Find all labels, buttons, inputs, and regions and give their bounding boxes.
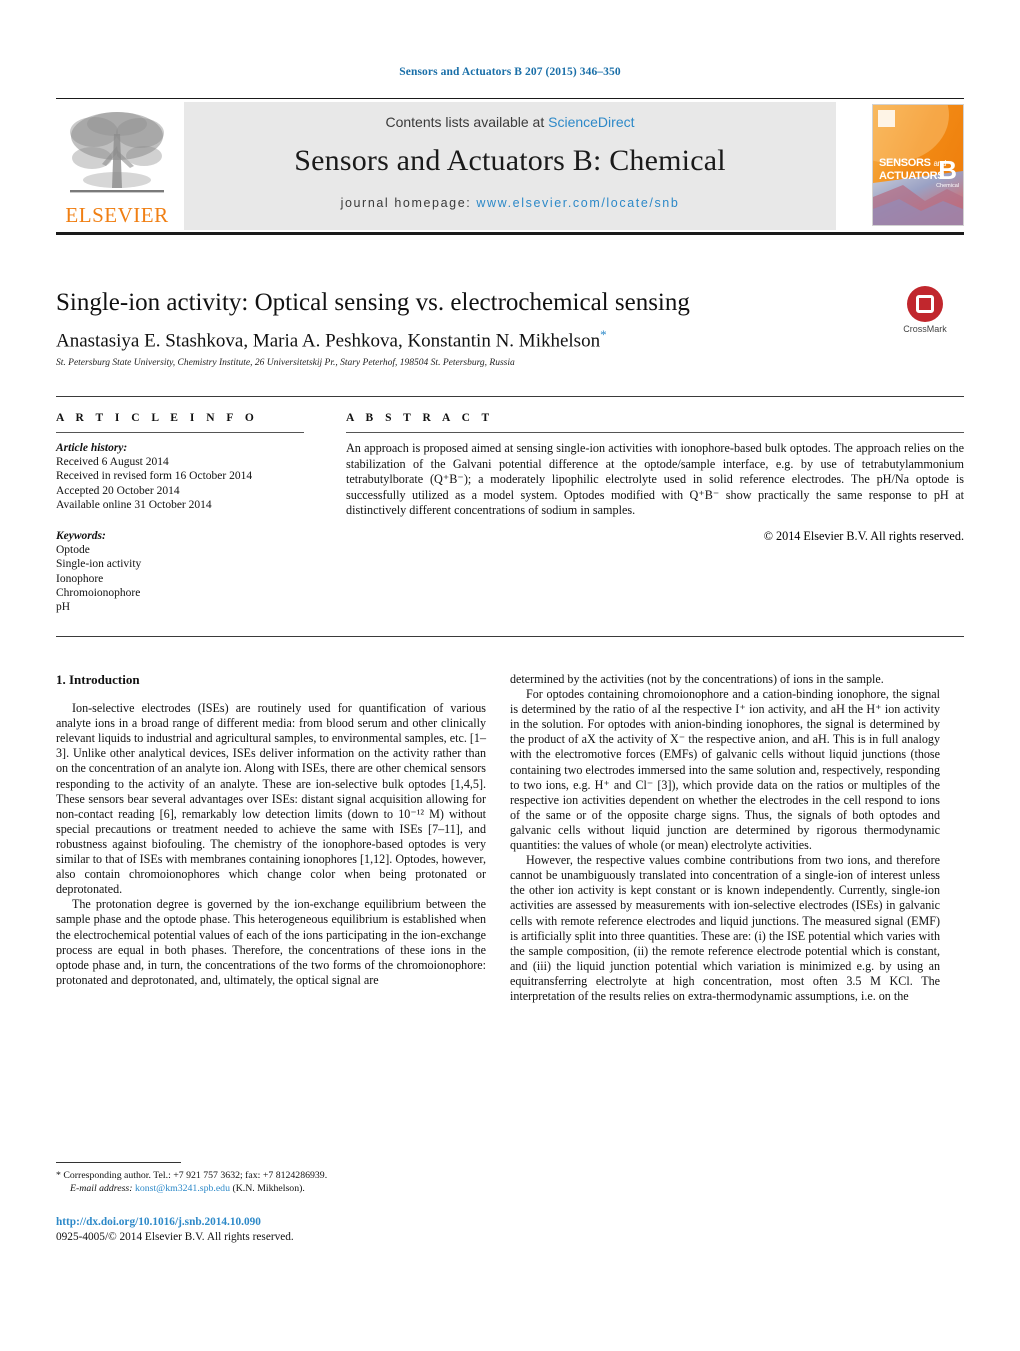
- footnote-block: * Corresponding author. Tel.: +7 921 757…: [56, 1170, 496, 1195]
- keywords-label: Keywords:: [56, 530, 106, 543]
- cover-line1: SENSORS: [879, 157, 931, 169]
- elsevier-wordmark: ELSEVIER: [65, 203, 169, 227]
- cover-volume-letter: B: [938, 155, 957, 185]
- elsevier-tree-icon: [70, 112, 164, 193]
- article-info-column: A R T I C L E I N F O Article history: R…: [56, 412, 304, 614]
- corresponding-author-marker: *: [600, 327, 607, 342]
- contents-prefix: Contents lists available at: [385, 114, 549, 130]
- cover-line2: ACTUATORS: [879, 170, 945, 182]
- keyword-item: Optode: [56, 544, 90, 557]
- abstract-rule: [346, 432, 964, 433]
- email-owner: (K.N. Mikhelson).: [232, 1182, 305, 1194]
- history-item: Received 6 August 2014: [56, 456, 169, 469]
- homepage-label: journal homepage:: [340, 196, 472, 210]
- cover-elsevier-mark: [878, 110, 895, 127]
- author-list: Anastasiya E. Stashkova, Maria A. Peshko…: [56, 327, 816, 352]
- body-paragraph: For optodes containing chromoionophore a…: [510, 687, 940, 853]
- body-paragraph: However, the respective values combine c…: [510, 853, 940, 1003]
- affiliation: St. Petersburg State University, Chemist…: [56, 358, 515, 368]
- footnote-divider: [56, 1162, 181, 1163]
- crossmark-icon: [907, 286, 943, 322]
- section-heading-introduction: 1. Introduction: [56, 672, 140, 687]
- body-paragraph: The protonation degree is governed by th…: [56, 897, 486, 987]
- contents-list-line: Contents lists available at ScienceDirec…: [184, 114, 836, 130]
- abstract-bottom-divider: [56, 636, 964, 637]
- history-item: Accepted 20 October 2014: [56, 484, 180, 497]
- journal-cover-thumbnail: SENSORS and ACTUATORS B Chemical: [872, 104, 964, 226]
- keyword-item: Chromoionophore: [56, 586, 141, 599]
- running-head: Sensors and Actuators B 207 (2015) 346–3…: [399, 66, 621, 78]
- keyword-item: Single-ion activity: [56, 558, 142, 571]
- journal-masthead: ELSEVIER Contents lists available at Sci…: [56, 100, 964, 230]
- keyword-item: pH: [56, 601, 71, 614]
- email-note: E-mail address: konst@km3241.spb.edu (K.…: [56, 1183, 496, 1196]
- abstract-heading: A B S T R A C T: [346, 412, 494, 424]
- body-column-right: determined by the activities (not by the…: [510, 672, 940, 1004]
- article-info-heading: A R T I C L E I N F O: [56, 412, 259, 424]
- article-page: Sensors and Actuators B 207 (2015) 346–3…: [0, 0, 1020, 1351]
- abstract-copyright: © 2014 Elsevier B.V. All rights reserved…: [763, 528, 964, 543]
- elsevier-logo: ELSEVIER: [56, 104, 178, 230]
- doi-link[interactable]: http://dx.doi.org/10.1016/j.snb.2014.10.…: [56, 1216, 261, 1228]
- issn-copyright-line: 0925-4005/© 2014 Elsevier B.V. All right…: [56, 1231, 294, 1243]
- corresponding-author-text: Corresponding author. Tel.: +7 921 757 3…: [63, 1170, 328, 1181]
- article-history-label: Article history:: [56, 442, 128, 454]
- sciencedirect-link[interactable]: ScienceDirect: [548, 114, 634, 130]
- crossmark-badge[interactable]: CrossMark: [888, 286, 962, 342]
- article-info-rule: [56, 432, 304, 433]
- email-label: E-mail address:: [70, 1182, 133, 1194]
- email-link[interactable]: konst@km3241.spb.edu: [135, 1183, 230, 1194]
- footnote-marker: *: [56, 1170, 61, 1181]
- journal-homepage-line: journal homepage: www.elsevier.com/locat…: [184, 196, 836, 210]
- header-divider: [56, 98, 964, 99]
- abstract-top-divider: [56, 396, 964, 397]
- body-column-left: 1. Introduction Ion-selective electrodes…: [56, 672, 486, 988]
- abstract-text: An approach is proposed aimed at sensing…: [346, 441, 964, 518]
- homepage-link[interactable]: www.elsevier.com/locate/snb: [476, 196, 679, 210]
- history-item: Available online 31 October 2014: [56, 498, 212, 511]
- cover-title-text: SENSORS and ACTUATORS: [879, 157, 946, 183]
- journal-title: Sensors and Actuators B: Chemical: [294, 144, 726, 177]
- abstract-column: A B S T R A C T An approach is proposed …: [346, 412, 964, 544]
- keyword-item: Ionophore: [56, 572, 104, 585]
- corresponding-author-note: * Corresponding author. Tel.: +7 921 757…: [56, 1170, 496, 1183]
- crossmark-label: CrossMark: [903, 324, 947, 334]
- author-names: Anastasiya E. Stashkova, Maria A. Peshko…: [56, 330, 601, 352]
- body-paragraph: Ion-selective electrodes (ISEs) are rout…: [56, 701, 486, 897]
- article-history-block: Article history: Received 6 August 2014 …: [56, 441, 304, 614]
- masthead-bottom-divider: [56, 232, 964, 235]
- body-paragraph: determined by the activities (not by the…: [510, 672, 884, 686]
- history-item: Received in revised form 16 October 2014: [56, 470, 253, 483]
- cover-subject-label: Chemical: [936, 183, 959, 189]
- page-title: Single-ion activity: Optical sensing vs.…: [56, 289, 690, 316]
